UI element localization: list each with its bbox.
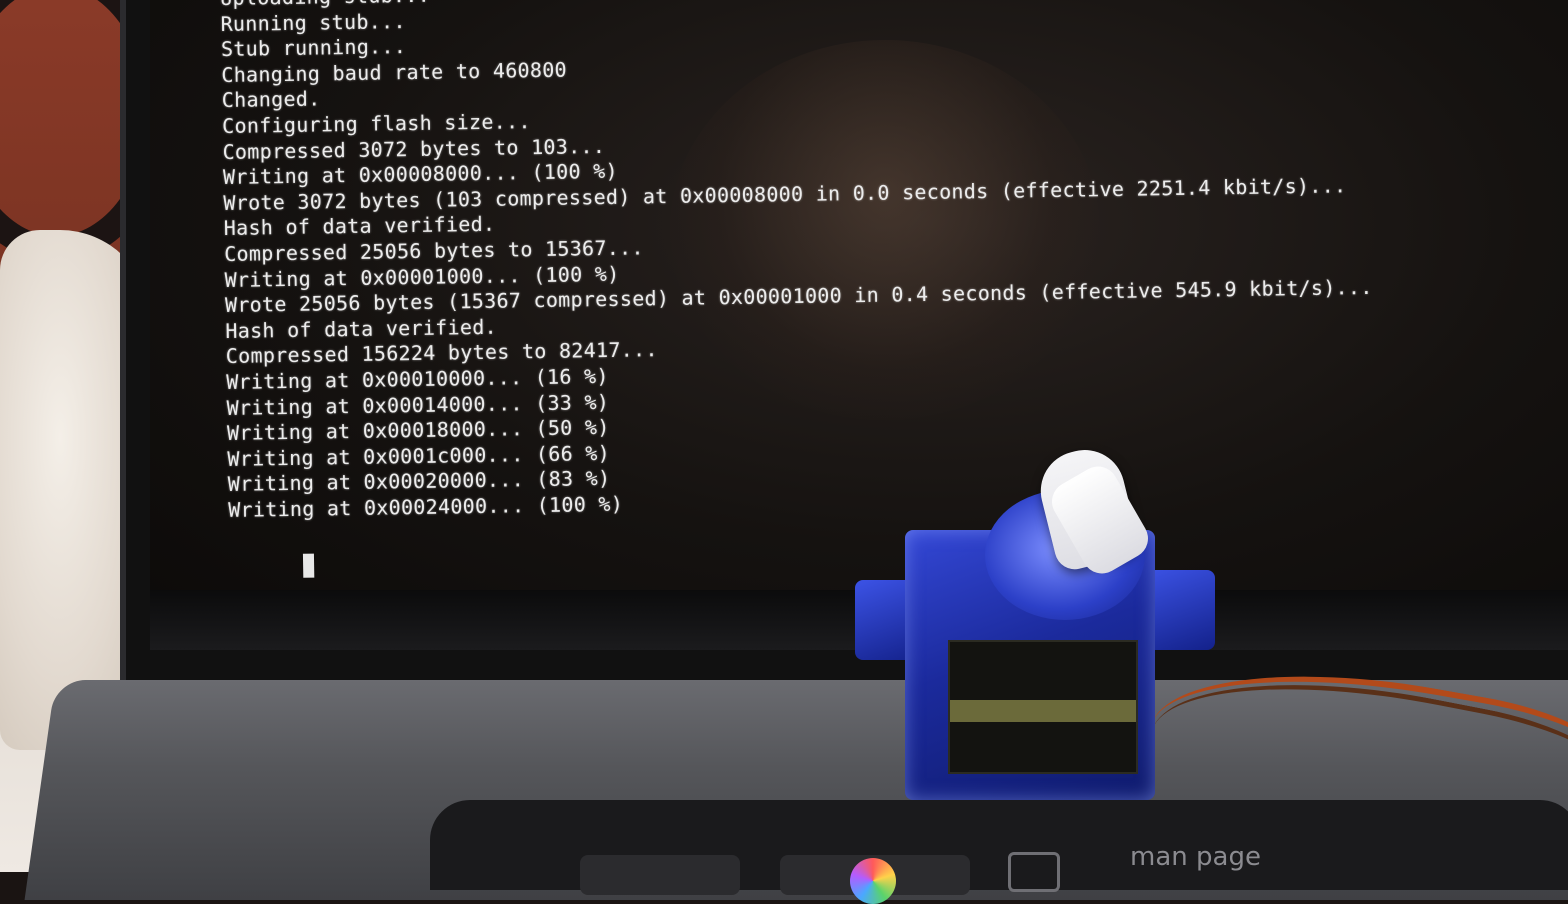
servo-label-band [950, 700, 1136, 722]
color-picker-icon[interactable] [850, 858, 896, 904]
touchbar-button[interactable] [580, 855, 740, 895]
laptop-screen: Uploading stub... Running stub... Stub r… [150, 0, 1568, 640]
terminal-output: Uploading stub... Running stub... Stub r… [220, 0, 1549, 578]
document-icon[interactable] [1008, 852, 1060, 892]
cursor-block [302, 553, 315, 578]
servo-label-sticker [948, 640, 1138, 774]
touchbar-man-page-label[interactable]: man page [1130, 842, 1261, 872]
